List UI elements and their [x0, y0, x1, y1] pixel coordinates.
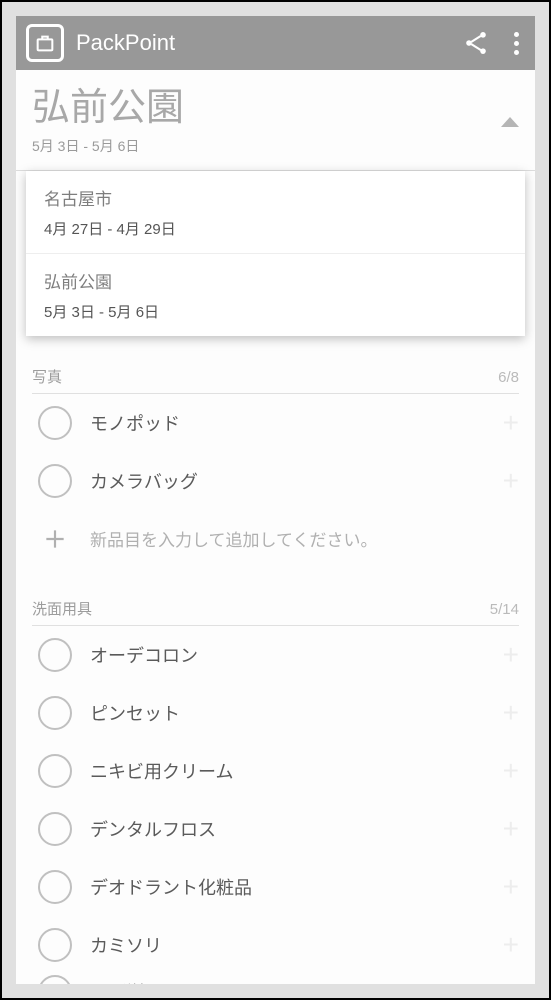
list-item[interactable]: モノポッド + [38, 394, 519, 452]
increment-icon[interactable]: + [503, 757, 519, 785]
checkbox-icon[interactable] [38, 975, 72, 984]
increment-icon[interactable]: + [503, 641, 519, 669]
trip-header[interactable]: 弘前公園 5月 3日 - 5月 6日 [16, 70, 535, 171]
item-label: ピンセット [90, 700, 503, 726]
list-item[interactable]: カメラバッグ + [38, 452, 519, 510]
item-label: カメラバッグ [90, 468, 503, 494]
list-item[interactable]: ニキビ用クリーム + [38, 742, 519, 800]
item-label: モノポッド [90, 410, 503, 436]
section-photo: 写真 6/8 モノポッド + カメラバッグ + 新品目を入力して追加してくだ [16, 366, 535, 568]
checkbox-icon[interactable] [38, 464, 72, 498]
item-label: カミソリ [90, 932, 503, 958]
checkbox-icon[interactable] [38, 928, 72, 962]
item-label: オーデコロン [90, 642, 503, 668]
trip-option-title: 弘前公園 [44, 268, 507, 293]
list-item[interactable]: ピンセット + [38, 684, 519, 742]
trip-title: 弘前公園 [32, 88, 184, 130]
section-title: 写真 [32, 366, 498, 387]
add-item-placeholder: 新品目を入力して追加してください。 [90, 526, 377, 551]
item-label: デンタルフロス [90, 816, 503, 842]
checkbox-icon[interactable] [38, 754, 72, 788]
app-icon [26, 24, 64, 62]
overflow-menu-icon[interactable] [508, 26, 525, 61]
trip-option-dates: 4月 27日 - 4月 29日 [44, 218, 507, 239]
chevron-up-icon[interactable] [501, 117, 519, 127]
trip-option-dates: 5月 3日 - 5月 6日 [44, 301, 507, 322]
plus-icon [38, 522, 72, 556]
trip-dates: 5月 3日 - 5月 6日 [32, 136, 184, 156]
section-count: 5/14 [490, 601, 519, 618]
list-item[interactable]: カミソリ + [38, 916, 519, 974]
trip-option[interactable]: 名古屋市 4月 27日 - 4月 29日 [26, 171, 525, 254]
section-header: 写真 6/8 [32, 366, 519, 394]
increment-icon[interactable]: + [503, 931, 519, 959]
increment-icon[interactable]: + [503, 467, 519, 495]
increment-icon[interactable]: + [503, 815, 519, 843]
section-toiletries: 洗面用具 5/14 オーデコロン + ピンセット + ニキビ用クリーム + デン… [16, 598, 535, 984]
checkbox-icon[interactable] [38, 406, 72, 440]
app-title: PackPoint [76, 30, 462, 56]
checkbox-icon[interactable] [38, 638, 72, 672]
trip-dropdown: 名古屋市 4月 27日 - 4月 29日 弘前公園 5月 3日 - 5月 6日 [26, 171, 525, 336]
item-label: ひげ剃り用ジェル [90, 979, 519, 984]
section-header: 洗面用具 5/14 [32, 598, 519, 626]
checkbox-icon[interactable] [38, 812, 72, 846]
trip-option[interactable]: 弘前公園 5月 3日 - 5月 6日 [26, 254, 525, 336]
checkbox-icon[interactable] [38, 870, 72, 904]
trip-option-title: 名古屋市 [44, 185, 507, 210]
app-bar: PackPoint [16, 16, 535, 70]
increment-icon[interactable]: + [503, 873, 519, 901]
section-title: 洗面用具 [32, 598, 490, 619]
list-item[interactable]: デンタルフロス + [38, 800, 519, 858]
list-item[interactable]: ひげ剃り用ジェル [38, 974, 519, 984]
item-label: デオドラント化粧品 [90, 874, 503, 900]
list-item[interactable]: デオドラント化粧品 + [38, 858, 519, 916]
share-icon[interactable] [462, 29, 490, 57]
increment-icon[interactable]: + [503, 409, 519, 437]
list-item[interactable]: オーデコロン + [38, 626, 519, 684]
section-count: 6/8 [498, 369, 519, 386]
increment-icon[interactable]: + [503, 699, 519, 727]
checkbox-icon[interactable] [38, 696, 72, 730]
item-label: ニキビ用クリーム [90, 758, 503, 784]
add-item-row[interactable]: 新品目を入力して追加してください。 [38, 510, 519, 568]
